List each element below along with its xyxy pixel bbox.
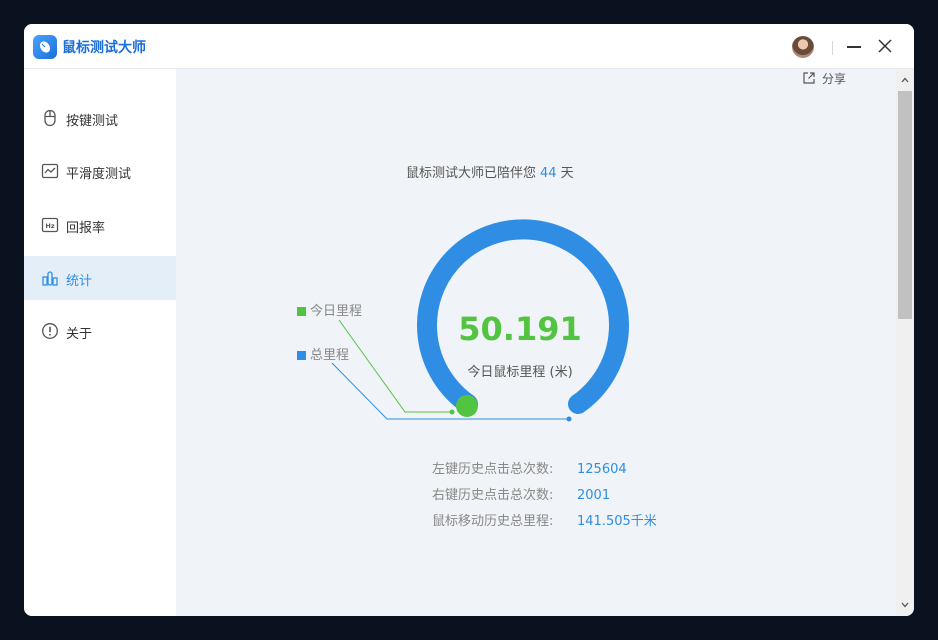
today-mileage-value: 50.191 [458,310,582,348]
stat-label: 右键历史点击总次数: [432,488,554,503]
stat-right-clicks: 右键历史点击总次数: 2001 [432,484,610,503]
legend-total: 总里程 [297,344,349,363]
legend-today-swatch [297,307,306,316]
stat-total-distance: 鼠标移动历史总里程: 141.505千米 [432,510,657,529]
legend-today-label: 今日里程 [310,304,363,319]
stat-value: 2001 [577,488,611,503]
stat-value: 125604 [577,462,627,477]
legend-today: 今日里程 [297,300,362,319]
legend-total-swatch [297,351,306,360]
gauge-today-marker [456,395,478,417]
stat-left-clicks: 左键历史点击总次数: 125604 [432,458,627,477]
today-mileage-label: 今日鼠标里程 (米) [467,365,573,380]
legend-total-leader-dot [566,416,572,422]
stat-label: 鼠标移动历史总里程: [432,514,554,529]
stat-label: 左键历史点击总次数: [432,462,554,477]
legend-total-label: 总里程 [310,348,350,363]
stat-value: 141.505千米 [577,514,657,529]
legend-today-leader-dot [449,409,455,415]
